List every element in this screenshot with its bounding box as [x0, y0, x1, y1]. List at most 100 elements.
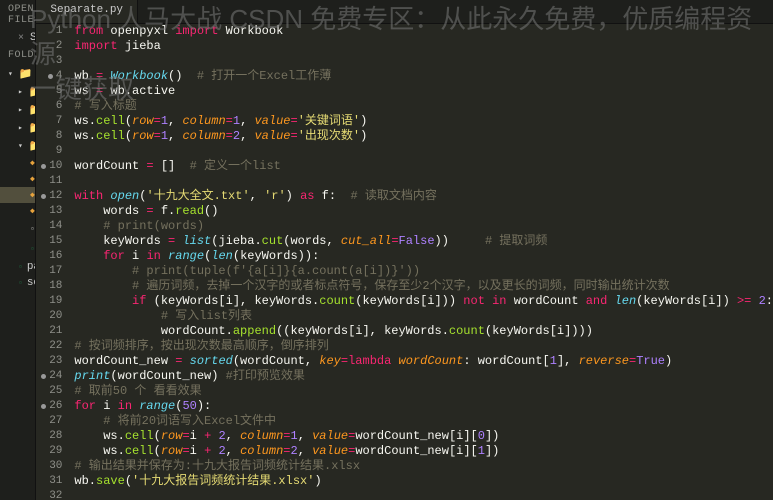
- code-line[interactable]: # 写入标题: [70, 99, 773, 114]
- code-line[interactable]: ws.cell(row=1, column=2, value='出现次数'): [70, 129, 773, 144]
- code-line[interactable]: with open('十九大全文.txt', 'r') as f: # 读取文档…: [70, 189, 773, 204]
- code-line[interactable]: [70, 144, 773, 159]
- file-sudo.py[interactable]: ◆ sudo.py: [0, 203, 35, 219]
- line-number: 18: [36, 279, 62, 294]
- line-number: 25: [36, 384, 62, 399]
- code-line[interactable]: [70, 489, 773, 500]
- line-number: 28: [36, 429, 62, 444]
- line-number: 8: [36, 129, 62, 144]
- code-line[interactable]: ws.cell(row=i + 2, column=2, value=wordC…: [70, 444, 773, 459]
- line-number: 7: [36, 114, 62, 129]
- line-number: 20: [36, 309, 62, 324]
- code-line[interactable]: wordCount_new = sorted(wordCount, key=la…: [70, 354, 773, 369]
- code-line[interactable]: [70, 174, 773, 189]
- code-line[interactable]: # 取前50 个 看看效果: [70, 384, 773, 399]
- folder-20191202[interactable]: 📁 20191202: [0, 101, 35, 119]
- line-number: 26: [36, 399, 62, 414]
- file-label: path_to_file.xlsx: [27, 261, 37, 273]
- line-number: 5: [36, 84, 62, 99]
- file-getKeyWord.py[interactable]: ◆ getKeyWord.py: [0, 155, 35, 171]
- folders-header: FOLDERS: [0, 46, 35, 65]
- line-number: 6: [36, 99, 62, 114]
- file-icon: ◆: [30, 174, 35, 184]
- code-content[interactable]: from openpyxl import Workbookimport jieb…: [70, 24, 773, 500]
- code-line[interactable]: # 输出结果并保存为:十九大报告词频统计结果.xlsx: [70, 459, 773, 474]
- root-folder[interactable]: 📁 Python Script: [0, 65, 35, 83]
- code-line[interactable]: # print(words): [70, 219, 773, 234]
- code-line[interactable]: words = f.read(): [70, 204, 773, 219]
- folder-icon: [18, 122, 25, 134]
- code-line[interactable]: [70, 54, 773, 69]
- file-Separate.py[interactable]: ◆ Separate.py: [0, 187, 35, 203]
- code-line[interactable]: # print(tuple(f'{a[i]}{a.count(a[i])}')): [70, 264, 773, 279]
- line-number: 15: [36, 234, 62, 249]
- code-line[interactable]: ws.cell(row=i + 2, column=1, value=wordC…: [70, 429, 773, 444]
- line-number: 19: [36, 294, 62, 309]
- code-line[interactable]: wb.save('十九大报告词频统计结果.xlsx'): [70, 474, 773, 489]
- file-source.xlsx[interactable]: ▫ source.xlsx: [0, 275, 35, 291]
- code-line[interactable]: # 将前20词语写入Excel文件中: [70, 414, 773, 429]
- fold-marker-icon[interactable]: [41, 194, 46, 199]
- line-number: 21: [36, 324, 62, 339]
- folder-label: 📁 20191209: [29, 121, 37, 135]
- line-number: 13: [36, 204, 62, 219]
- tab-bar: Separate.py: [36, 0, 773, 24]
- code-area[interactable]: 1234567891011121314151617181920212223242…: [36, 24, 773, 500]
- folder-label: 📁 Python Script: [19, 67, 37, 81]
- line-number: 12: [36, 189, 62, 204]
- code-line[interactable]: for i in range(len(keyWords)):: [70, 249, 773, 264]
- code-line[interactable]: # 写入list列表: [70, 309, 773, 324]
- folder-icon: [18, 140, 25, 152]
- code-line[interactable]: wordCount = [] # 定义一个list: [70, 159, 773, 174]
- file-十九大报告词频统计结果.xlsx[interactable]: ▫ 十九大报告词频统计结果.xlsx: [0, 239, 35, 259]
- code-line[interactable]: wb = Workbook() # 打开一个Excel工作薄: [70, 69, 773, 84]
- folder-label: 📁 20191214: [29, 139, 37, 153]
- fold-marker-icon[interactable]: [41, 404, 46, 409]
- fold-marker-icon[interactable]: [41, 164, 46, 169]
- code-line[interactable]: print(wordCount_new) #打印预览效果: [70, 369, 773, 384]
- line-gutter: 1234567891011121314151617181920212223242…: [36, 24, 70, 500]
- code-line[interactable]: ws = wb.active: [70, 84, 773, 99]
- folder-20191214[interactable]: 📁 20191214: [0, 137, 35, 155]
- folder-label: 📁 20191202: [29, 103, 37, 117]
- code-line[interactable]: ws.cell(row=1, column=1, value='关键词语'): [70, 114, 773, 129]
- app-container: OPEN FILES ×Separate.py FOLDERS 📁 Python…: [0, 0, 773, 500]
- file-icon: ▫: [18, 279, 23, 288]
- code-line[interactable]: wordCount.append((keyWords[i], keyWords.…: [70, 324, 773, 339]
- tab-separate-py[interactable]: Separate.py: [36, 0, 138, 23]
- line-number: 30: [36, 459, 62, 474]
- line-number: 16: [36, 249, 62, 264]
- code-line[interactable]: import jieba: [70, 39, 773, 54]
- code-line[interactable]: from openpyxl import Workbook: [70, 24, 773, 39]
- line-number: 17: [36, 264, 62, 279]
- file-icon: ◆: [30, 158, 35, 168]
- code-line[interactable]: keyWords = list(jieba.cut(words, cut_all…: [70, 234, 773, 249]
- code-line[interactable]: for i in range(50):: [70, 399, 773, 414]
- line-number: 32: [36, 489, 62, 500]
- open-file-item[interactable]: ×Separate.py: [0, 30, 35, 46]
- file-icon: ▫: [30, 225, 35, 234]
- open-files-header: OPEN FILES: [0, 0, 35, 30]
- folder-20191201[interactable]: 📁 20191201: [0, 83, 35, 101]
- line-number: 14: [36, 219, 62, 234]
- folder-icon: [18, 86, 25, 98]
- file-getSourceArticle.py[interactable]: ◆ getSourceArticle.py: [0, 171, 35, 187]
- file-path_to_file.xlsx[interactable]: ▫ path_to_file.xlsx: [0, 259, 35, 275]
- file-icon: ▫: [30, 245, 35, 254]
- line-number: 11: [36, 174, 62, 189]
- tab-label: Separate.py: [50, 4, 123, 16]
- code-line[interactable]: # 遍历词频，去掉一个汉字的或者标点符号，保存至少2个汉字，以及更长的词频，同时…: [70, 279, 773, 294]
- close-icon[interactable]: ×: [18, 33, 24, 44]
- code-line[interactable]: # 按词频排序，按出现次数最高顺序，倒序排列: [70, 339, 773, 354]
- folder-20191209[interactable]: 📁 20191209: [0, 119, 35, 137]
- line-number: 9: [36, 144, 62, 159]
- line-number: 23: [36, 354, 62, 369]
- folder-icon: [18, 104, 25, 116]
- fold-marker-icon[interactable]: [48, 74, 53, 79]
- file-十九大全文.txt[interactable]: ▫ 十九大全文.txt: [0, 219, 35, 239]
- line-number: 22: [36, 339, 62, 354]
- fold-marker-icon[interactable]: [41, 374, 46, 379]
- file-icon: ◆: [30, 190, 35, 200]
- folder-label: 📁 20191201: [29, 85, 37, 99]
- code-line[interactable]: if (keyWords[i], keyWords.count(keyWords…: [70, 294, 773, 309]
